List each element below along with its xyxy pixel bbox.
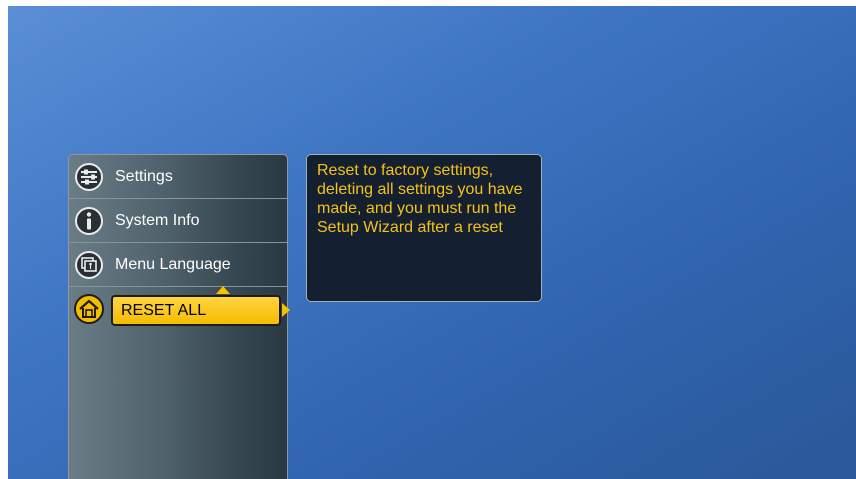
- menu-item-system-info[interactable]: System Info: [69, 199, 287, 243]
- language-icon: [72, 248, 106, 282]
- settings-sliders-icon: [72, 160, 106, 194]
- setup-menu-panel: Settings System Info Menu Language RESET…: [68, 154, 290, 479]
- menu-item-label: Menu Language: [115, 255, 231, 273]
- menu-item-menu-language[interactable]: Menu Language: [69, 243, 287, 287]
- help-description-text: Reset to factory settings, deleting all …: [317, 162, 523, 236]
- selected-item-highlight[interactable]: RESET ALL: [111, 295, 281, 326]
- submenu-arrow-icon: [282, 303, 290, 317]
- menu-item-label: Settings: [115, 167, 173, 185]
- menu-item-label: RESET ALL: [121, 301, 207, 319]
- tv-screen: Settings System Info Menu Language RESET…: [8, 6, 856, 479]
- menu-item-settings[interactable]: Settings: [69, 155, 287, 199]
- info-icon: [72, 204, 106, 238]
- home-reset-icon: [72, 292, 106, 326]
- menu-item-label: System Info: [115, 211, 200, 229]
- help-description-box: Reset to factory settings, deleting all …: [306, 154, 542, 302]
